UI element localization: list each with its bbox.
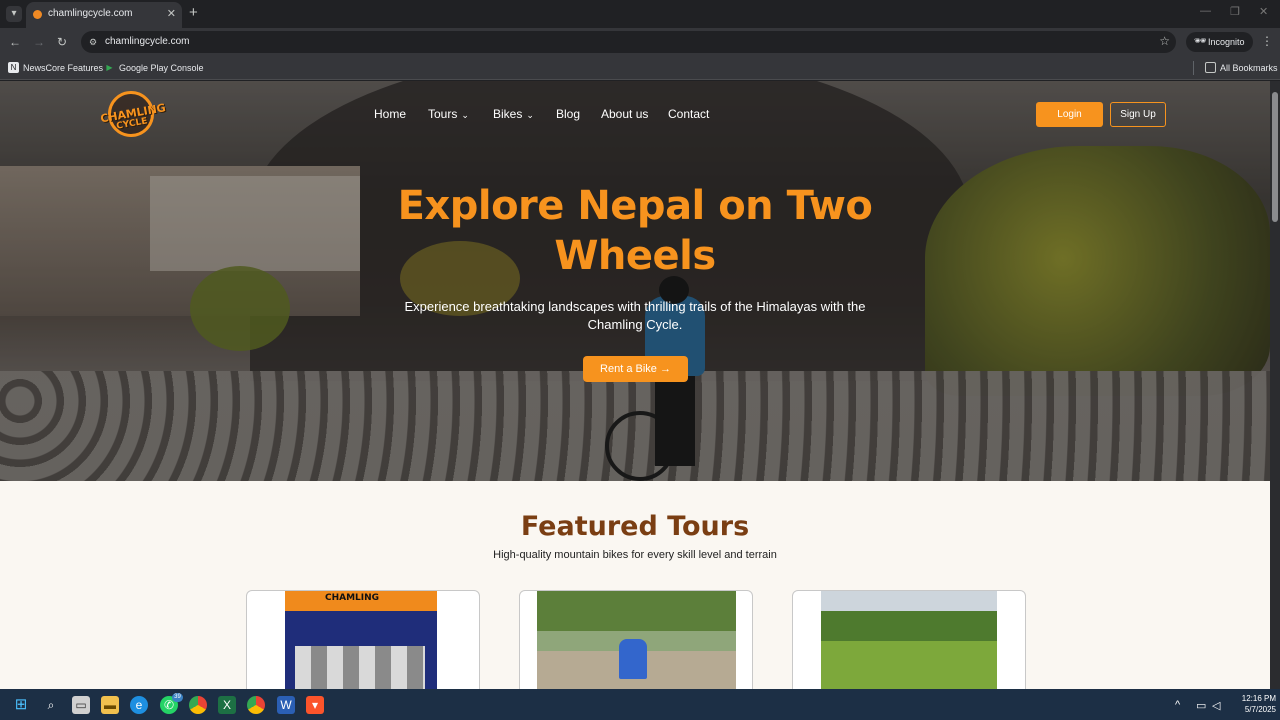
forward-icon[interactable]: → xyxy=(33,35,45,49)
address-bar[interactable]: ⚙ chamlingcycle.com ☆ xyxy=(81,31,1176,53)
nav-contact[interactable]: Contact xyxy=(668,107,709,121)
hero-overlay xyxy=(0,81,1270,481)
nav-tours-label: Tours xyxy=(428,107,458,121)
hero-section: CHAMLING CYCLE Home Tours ⌄ Bikes ⌄ Blog A… xyxy=(0,81,1270,481)
active-tab[interactable]: chamlingcycle.com ✕ xyxy=(26,2,182,28)
all-bookmarks-button[interactable]: All Bookmarks xyxy=(1205,61,1278,75)
close-window-icon[interactable]: ✕ xyxy=(1259,5,1268,18)
folder-icon xyxy=(1205,62,1216,73)
new-tab-button[interactable]: + xyxy=(189,4,198,22)
nav-blog-label: Blog xyxy=(556,107,581,121)
incognito-label: Incognito xyxy=(1208,37,1245,47)
page-viewport: CHAMLING CYCLE Home Tours ⌄ Bikes ⌄ Blog A… xyxy=(0,81,1270,689)
bookmark-newscore[interactable]: N NewsCore Features xyxy=(8,61,103,75)
group-riders xyxy=(295,646,425,689)
back-icon[interactable]: ← xyxy=(9,35,21,49)
nav-blog[interactable]: Blog xyxy=(556,107,580,121)
bookmark-label: NewsCore Features xyxy=(23,63,104,73)
url-text[interactable]: chamlingcycle.com xyxy=(105,36,189,47)
tour-card-image-shop: CHAMLING xyxy=(285,591,437,689)
nav-home-label: Home xyxy=(374,107,407,121)
reload-icon[interactable]: ↻ xyxy=(57,35,67,49)
chrome-incognito-icon[interactable] xyxy=(247,696,265,714)
site-favicon-icon xyxy=(33,10,42,19)
tour-card-image-forest xyxy=(821,591,997,689)
excel-icon[interactable]: X xyxy=(218,696,236,714)
chevron-down-icon: ⌄ xyxy=(461,110,469,120)
nav-about[interactable]: About us xyxy=(601,107,648,121)
edge-icon[interactable]: e xyxy=(130,696,148,714)
login-button[interactable]: Login xyxy=(1036,102,1103,127)
tour-card[interactable]: CHAMLING xyxy=(246,590,480,689)
file-explorer-icon[interactable]: ▬ xyxy=(101,696,119,714)
chevron-down-icon: ⌄ xyxy=(526,110,534,120)
start-windows-icon[interactable]: ⊞ xyxy=(12,696,30,714)
nav-tours[interactable]: Tours ⌄ xyxy=(428,107,469,121)
featured-tours-subtitle: High-quality mountain bikes for every sk… xyxy=(493,549,777,561)
brave-icon[interactable]: ▾ xyxy=(306,696,324,714)
clock-date: 5/7/2025 xyxy=(1244,705,1276,714)
nav-about-label: About us xyxy=(601,107,649,121)
bookmark-star-icon[interactable]: ☆ xyxy=(1159,34,1170,48)
tour-card[interactable] xyxy=(792,590,1026,689)
site-logo[interactable]: CHAMLING CYCLE xyxy=(99,89,167,141)
chrome-icon[interactable] xyxy=(189,696,207,714)
nav-home[interactable]: Home xyxy=(374,107,406,121)
search-icon[interactable]: ⌕ xyxy=(42,696,60,714)
tab-search-button[interactable]: ▾ xyxy=(6,6,22,22)
browser-menu-icon[interactable]: ⋮ xyxy=(1261,34,1273,48)
bookmarks-divider xyxy=(1193,61,1194,75)
bookmark-label: Google Play Console xyxy=(119,63,204,73)
tour-card-image-trail xyxy=(537,591,736,689)
all-bookmarks-label: All Bookmarks xyxy=(1220,63,1278,73)
hero-subtitle: Experience breathtaking landscapes with … xyxy=(404,299,866,332)
close-tab-icon[interactable]: ✕ xyxy=(167,2,176,26)
system-clock[interactable]: 12:16 PM 5/7/2025 xyxy=(1226,693,1276,715)
shop-sign-text: CHAMLING xyxy=(325,593,380,603)
signup-button[interactable]: Sign Up xyxy=(1110,102,1166,127)
incognito-indicator[interactable]: 🕶 Incognito xyxy=(1186,32,1253,52)
show-hidden-icons-chevron-icon[interactable]: ^ xyxy=(1175,699,1180,711)
tab-title: chamlingcycle.com xyxy=(48,8,133,19)
whatsapp-unread-badge: 39 xyxy=(172,693,183,702)
volume-icon[interactable]: ◁ xyxy=(1212,699,1220,712)
tour-card[interactable] xyxy=(519,590,753,689)
hero-title: Explore Nepal on Two Wheels xyxy=(397,183,873,279)
notion-icon: N xyxy=(8,62,19,73)
restore-icon[interactable]: ❐ xyxy=(1230,5,1240,18)
minimize-icon[interactable]: — xyxy=(1200,5,1211,17)
network-icon[interactable]: ▭ xyxy=(1196,699,1206,712)
incognito-icon: 🕶 xyxy=(1194,36,1207,47)
task-view-icon[interactable]: ▭ xyxy=(72,696,90,714)
scrollbar-thumb[interactable] xyxy=(1272,92,1278,222)
clock-time: 12:16 PM xyxy=(1241,694,1276,703)
featured-tours-title: Featured Tours xyxy=(520,511,750,542)
nav-bikes[interactable]: Bikes ⌄ xyxy=(493,107,534,121)
word-icon[interactable]: W xyxy=(277,696,295,714)
google-play-icon: ▶ xyxy=(106,63,113,72)
nav-bikes-label: Bikes xyxy=(493,107,523,121)
rent-a-bike-button[interactable]: Rent a Bike → xyxy=(583,356,688,382)
site-info-icon[interactable]: ⚙ xyxy=(89,36,101,48)
bookmark-google-play-console[interactable]: ▶ Google Play Console xyxy=(104,61,204,75)
nav-contact-label: Contact xyxy=(668,107,710,121)
mountain-biker xyxy=(619,639,647,679)
